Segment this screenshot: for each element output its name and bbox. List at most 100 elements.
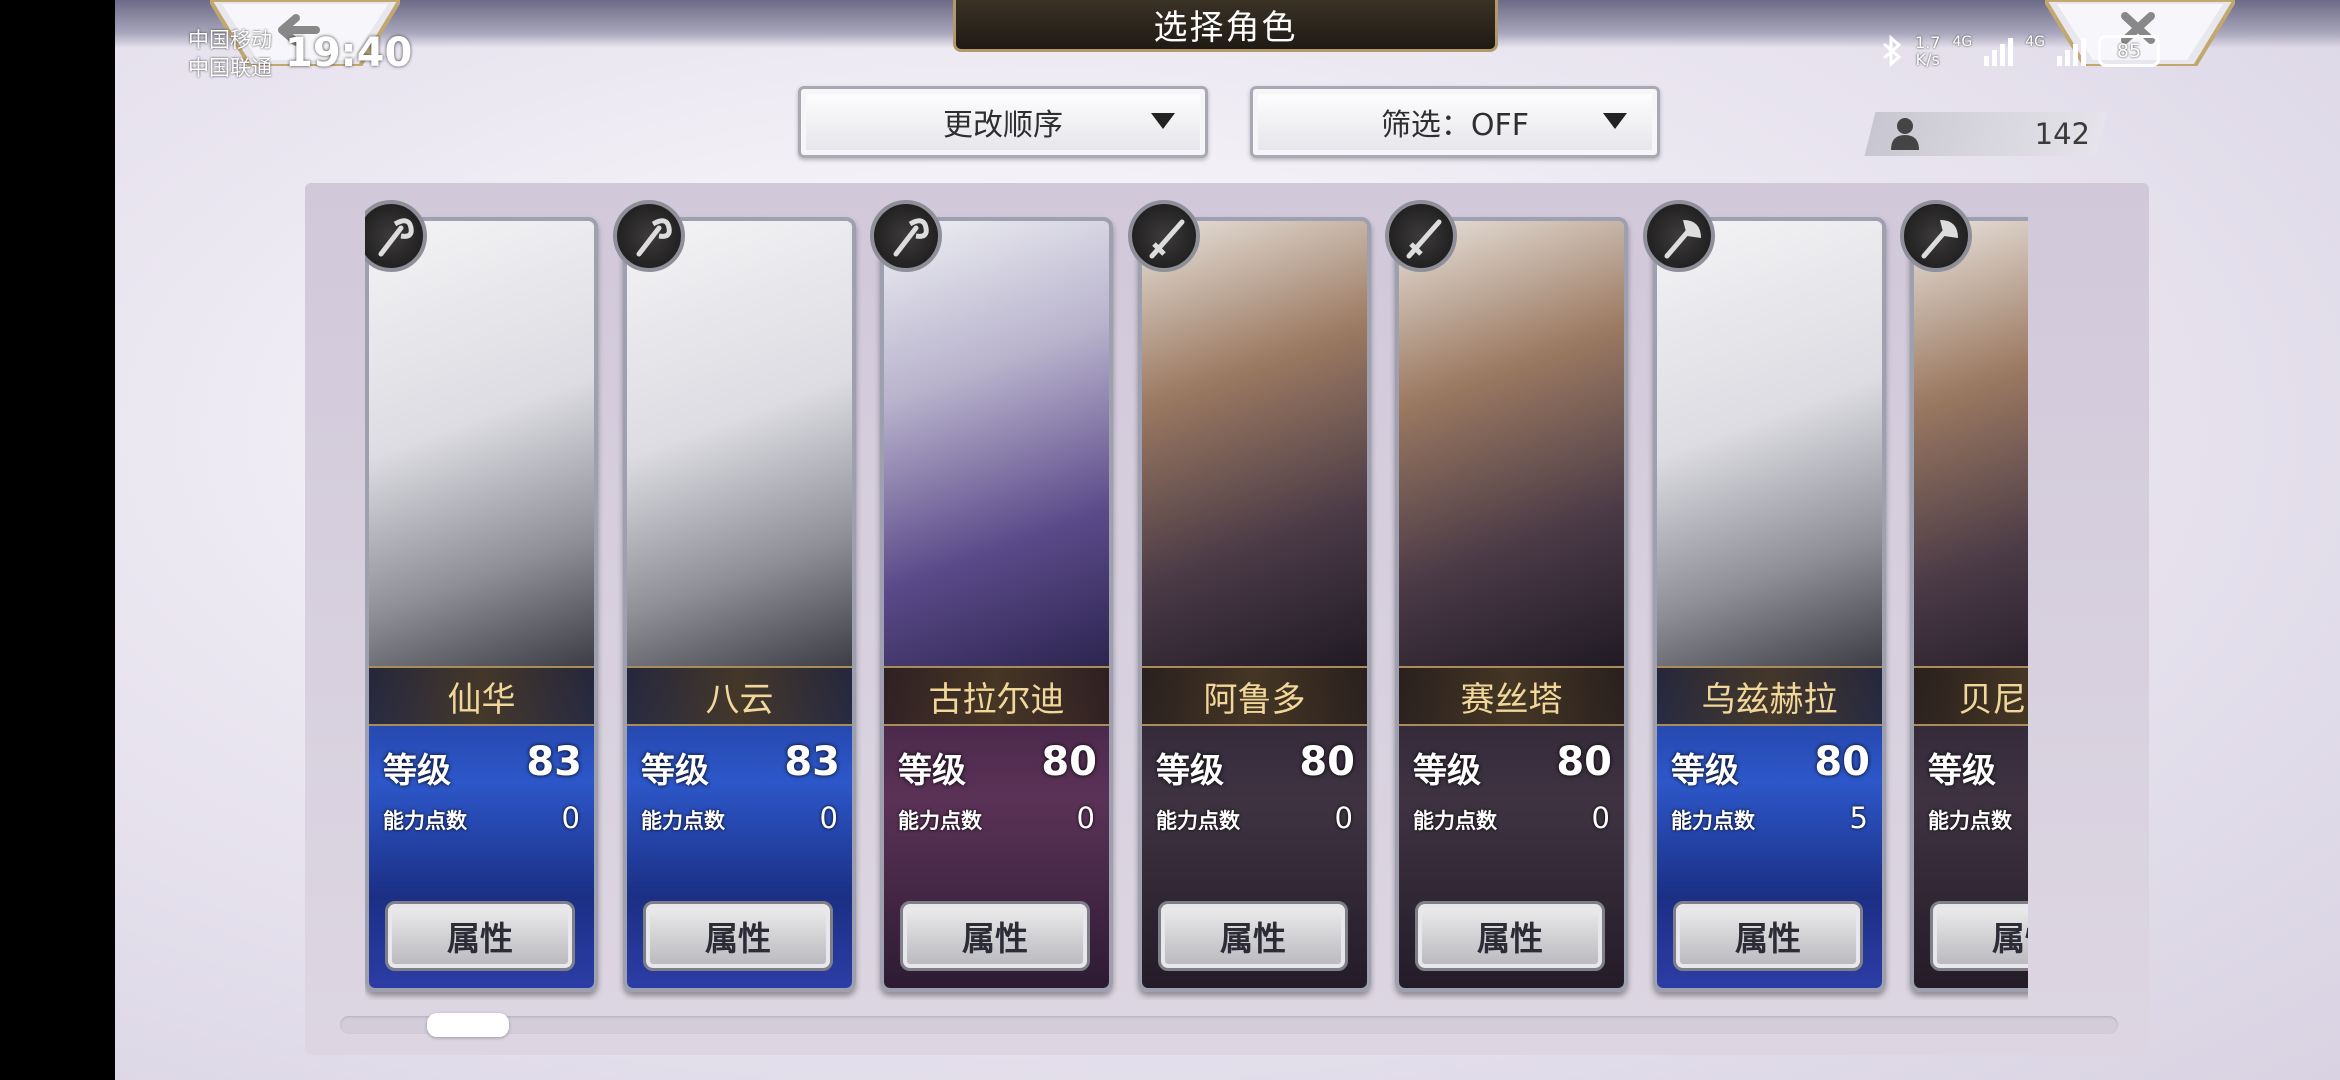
character-portrait bbox=[1657, 221, 1882, 666]
level-label: 等级 bbox=[641, 751, 709, 791]
sort-label: 更改顺序 bbox=[943, 108, 1063, 143]
level-value: 80 bbox=[1299, 739, 1355, 785]
level-label: 等级 bbox=[898, 751, 966, 791]
level-label: 等级 bbox=[1413, 751, 1481, 791]
carrier-2: 中国联通 bbox=[188, 56, 272, 80]
character-name-band: 乌兹赫拉 bbox=[1657, 666, 1882, 726]
level-value: 80 bbox=[1556, 739, 1612, 785]
sort-dropdown[interactable]: 更改顺序 bbox=[798, 86, 1208, 158]
ability-points-label: 能力点数 bbox=[641, 809, 725, 833]
status-icons: 1.7 K/s 4G 4G 85 bbox=[1881, 34, 2160, 68]
ability-points-value: 5 bbox=[1849, 801, 1868, 835]
person-icon bbox=[1891, 118, 1919, 150]
character-portrait bbox=[884, 221, 1109, 666]
ability-points-value: 0 bbox=[819, 801, 838, 835]
character-name: 阿鲁多 bbox=[1203, 679, 1306, 720]
character-name-band: 贝尼迪特 bbox=[1914, 666, 2028, 726]
character-name: 仙华 bbox=[447, 679, 516, 720]
page-title-text: 选择角色 bbox=[1153, 8, 1298, 48]
ability-points-value: 0 bbox=[1591, 801, 1610, 835]
character-name-band: 赛丝塔 bbox=[1399, 666, 1624, 726]
signal-icon bbox=[1984, 36, 2014, 66]
ability-points-label: 能力点数 bbox=[1928, 809, 2012, 833]
signal-icon bbox=[2057, 36, 2086, 66]
level-label: 等级 bbox=[1671, 751, 1739, 791]
character-portrait bbox=[1142, 221, 1367, 666]
character-card[interactable]: 赛丝塔等级 80 能力点数 0 属性 bbox=[1395, 217, 1628, 992]
staff-icon bbox=[365, 200, 427, 272]
ability-points-label: 能力点数 bbox=[383, 809, 467, 833]
filter-label: 筛选：OFF bbox=[1380, 108, 1530, 143]
character-count: 142 bbox=[1890, 112, 2090, 156]
attributes-button-label: 属性 bbox=[1220, 919, 1286, 958]
horizontal-scrollbar[interactable] bbox=[340, 1016, 2118, 1034]
axe-icon bbox=[1643, 200, 1715, 272]
attributes-button[interactable]: 属性 bbox=[900, 901, 1090, 971]
attributes-button-label: 属性 bbox=[962, 919, 1028, 958]
chevron-down-icon bbox=[1151, 113, 1175, 129]
network-speed: 1.7 K/s bbox=[1915, 33, 1941, 69]
axe-icon bbox=[1900, 200, 1972, 272]
attributes-button-label: 属性 bbox=[447, 919, 513, 958]
bluetooth-icon bbox=[1883, 35, 1902, 67]
attributes-button-label: 属性 bbox=[1992, 919, 2028, 958]
character-portrait bbox=[627, 221, 852, 666]
level-value: 80 bbox=[1814, 739, 1870, 785]
battery-icon: 85 bbox=[2098, 35, 2160, 67]
level-value: 80 bbox=[1041, 739, 1097, 785]
character-card[interactable]: 贝尼迪特等级80能力点数6属性 bbox=[1910, 217, 2028, 992]
level-label: 等级 bbox=[1156, 751, 1224, 791]
attributes-button[interactable]: 属性 bbox=[1673, 901, 1863, 971]
character-card[interactable]: 八云等级 83 能力点数 0 属性 bbox=[623, 217, 856, 992]
character-name: 八云 bbox=[705, 679, 774, 720]
staff-icon bbox=[870, 200, 942, 272]
character-list[interactable]: 仙华等级 83 能力点数 0 属性 八云等级 83 能力点数 0 属性 古拉尔迪等级 80 能力点数 0 属… bbox=[365, 200, 2028, 1000]
ability-points-label: 能力点数 bbox=[1413, 809, 1497, 833]
attributes-button[interactable]: 属性 bbox=[1930, 901, 2028, 971]
page-title: 选择角色 bbox=[953, 0, 1498, 52]
chevron-down-icon bbox=[1603, 113, 1627, 129]
character-card[interactable]: 阿鲁多等级 80 能力点数 0 属性 bbox=[1138, 217, 1371, 992]
character-name: 乌兹赫拉 bbox=[1701, 679, 1838, 720]
carrier-1: 中国移动 bbox=[188, 28, 272, 52]
filter-dropdown[interactable]: 筛选：OFF bbox=[1250, 86, 1660, 158]
character-name-band: 仙华 bbox=[369, 666, 594, 726]
attributes-button[interactable]: 属性 bbox=[643, 901, 833, 971]
level-label: 等级 bbox=[1928, 751, 1996, 791]
sword-icon bbox=[1385, 200, 1457, 272]
character-card[interactable]: 古拉尔迪 等级 80 能力点数 0 属性 bbox=[880, 217, 1113, 992]
attributes-button-label: 属性 bbox=[1735, 919, 1801, 958]
network-type-2: 4G bbox=[2025, 34, 2045, 50]
ability-points-value: 0 bbox=[1334, 801, 1353, 835]
attributes-button[interactable]: 属性 bbox=[385, 901, 575, 971]
level-value: 83 bbox=[526, 739, 582, 785]
character-name: 古拉尔迪 bbox=[928, 679, 1065, 720]
character-portrait bbox=[1399, 221, 1624, 666]
ability-points-label: 能力点数 bbox=[898, 809, 982, 833]
network-type-1: 4G bbox=[1952, 34, 1973, 50]
character-name-band: 阿鲁多 bbox=[1142, 666, 1367, 726]
character-name-band: 八云 bbox=[627, 666, 852, 726]
attributes-button-label: 属性 bbox=[1477, 919, 1543, 958]
status-time: 19:40 bbox=[285, 30, 413, 76]
ability-points-value: 0 bbox=[561, 801, 580, 835]
staff-icon bbox=[613, 200, 685, 272]
game-screen: 中国移动 中国联通 19:40 1.7 K/s 4G 4G 85 选择角色 更改… bbox=[115, 0, 2340, 1080]
level-label: 等级 bbox=[383, 751, 451, 791]
level-value: 83 bbox=[784, 739, 840, 785]
character-name-band: 古拉尔迪 bbox=[884, 666, 1109, 726]
attributes-button[interactable]: 属性 bbox=[1158, 901, 1348, 971]
ability-points-label: 能力点数 bbox=[1671, 809, 1755, 833]
character-name: 赛丝塔 bbox=[1460, 679, 1563, 720]
scrollbar-thumb[interactable] bbox=[427, 1013, 509, 1037]
ability-points-label: 能力点数 bbox=[1156, 809, 1240, 833]
character-portrait bbox=[1914, 221, 2028, 666]
attributes-button-label: 属性 bbox=[705, 919, 771, 958]
character-card[interactable]: 乌兹赫拉等级 80 能力点数 5 属性 bbox=[1653, 217, 1886, 992]
character-card[interactable]: 仙华等级 83 能力点数 0 属性 bbox=[365, 217, 598, 992]
character-count-value: 142 bbox=[2034, 117, 2090, 151]
sword-icon bbox=[1128, 200, 1200, 272]
character-portrait bbox=[369, 221, 594, 666]
carrier-names: 中国移动 中国联通 bbox=[188, 26, 272, 82]
attributes-button[interactable]: 属性 bbox=[1415, 901, 1605, 971]
